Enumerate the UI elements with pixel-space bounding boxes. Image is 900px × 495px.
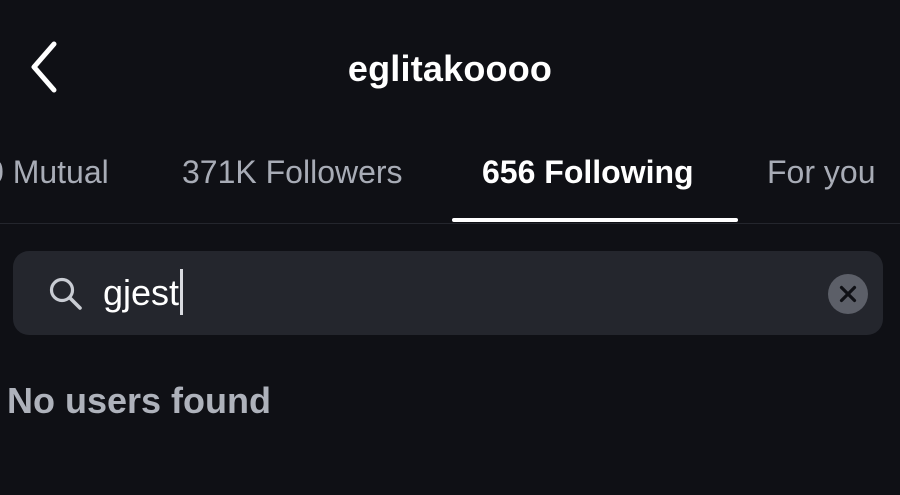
tab-mutual[interactable]: 0 Mutual bbox=[0, 154, 109, 191]
tab-bar: 0 Mutual 371K Followers 656 Following Fo… bbox=[0, 130, 900, 224]
profile-username-title: eglitakoooo bbox=[347, 48, 553, 89]
search-icon bbox=[49, 277, 82, 310]
search-query: gjest bbox=[103, 272, 180, 313]
active-tab-indicator bbox=[452, 218, 738, 222]
clear-search-button[interactable] bbox=[828, 274, 868, 314]
tab-following[interactable]: 656 Following bbox=[482, 154, 694, 191]
tab-followers[interactable]: 371K Followers bbox=[182, 154, 403, 191]
search-bar[interactable]: gjest bbox=[13, 251, 883, 335]
text-cursor bbox=[180, 269, 184, 316]
clear-icon bbox=[839, 285, 857, 303]
top-bar: eglitakoooo bbox=[0, 0, 900, 130]
tab-for-you[interactable]: For you bbox=[767, 154, 875, 191]
search-input[interactable]: gjest bbox=[103, 267, 184, 319]
no-results-message: No users found bbox=[7, 380, 272, 421]
